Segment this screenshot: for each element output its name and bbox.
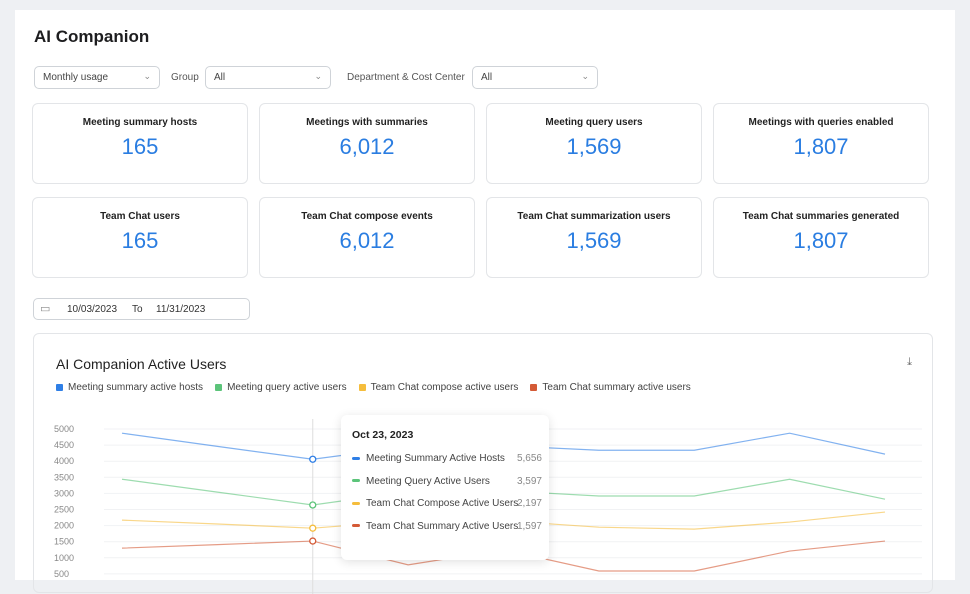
page-title: AI Companion <box>34 27 150 46</box>
hover-point[interactable] <box>309 524 317 532</box>
tooltip-value: 3,597 <box>516 475 542 487</box>
hover-point[interactable] <box>309 537 317 545</box>
dept-label: Department & Cost Center <box>347 72 465 83</box>
group-select[interactable]: All ⌄ <box>205 66 331 89</box>
metric-value: 165 <box>121 134 159 159</box>
hover-point[interactable] <box>309 455 317 463</box>
tooltip-row: Meeting Summary Active Hosts 5,656 <box>352 453 542 464</box>
chevron-down-icon: ⌄ <box>314 71 322 81</box>
series-dash <box>352 456 360 460</box>
chart-tooltip: Oct 23, 2023 Meeting Summary Active Host… <box>341 415 549 560</box>
metric-card: Team Chat summaries generated 1,807 <box>713 197 929 278</box>
metric-value: 1,569 <box>566 134 622 159</box>
main-panel: AI Companion Monthly usage ⌄ Group All ⌄ D… <box>15 10 955 594</box>
chevron-down-icon: ⌄ <box>581 71 589 81</box>
chevron-down-icon: ⌄ <box>143 71 151 81</box>
tooltip-row: Team Chat Compose Active Users 2,197 <box>352 498 542 509</box>
metric-label: Meetings with summaries <box>306 117 428 128</box>
metric-value: 1,807 <box>793 134 849 159</box>
metric-label: Team Chat compose events <box>301 211 433 222</box>
group-label: Group <box>171 72 199 83</box>
series-dash <box>352 501 360 505</box>
y-tick-label: 4500 <box>54 440 74 450</box>
hover-point[interactable] <box>309 501 317 509</box>
date-to-label: To <box>132 304 143 315</box>
tooltip-row: Team Chat Summary Active Users 1,597 <box>352 521 542 532</box>
metric-card: Meeting query users 1,569 <box>486 103 702 184</box>
y-tick-label: 3500 <box>54 472 74 482</box>
metric-label: Team Chat summaries generated <box>742 211 900 222</box>
y-tick-label: 1500 <box>54 537 74 547</box>
metric-card: Meetings with queries enabled 1,807 <box>713 103 929 184</box>
y-tick-label: 2500 <box>54 505 74 515</box>
y-tick-label: 1000 <box>54 553 74 563</box>
metric-card: Team Chat compose events 6,012 <box>259 197 475 278</box>
calendar-icon: ▭ <box>40 303 51 315</box>
period-select[interactable]: Monthly usage ⌄ <box>34 66 160 89</box>
y-tick-label: 3000 <box>54 488 74 498</box>
metric-value: 1,807 <box>793 228 849 253</box>
metric-label: Meetings with queries enabled <box>748 117 894 128</box>
metric-label: Meeting summary hosts <box>82 117 198 128</box>
metric-card: Meetings with summaries 6,012 <box>259 103 475 184</box>
metric-label: Meeting query users <box>545 117 643 128</box>
dept-value: All <box>481 72 493 83</box>
tooltip-value: 1,597 <box>516 520 542 532</box>
tooltip-row: Meeting Query Active Users 3,597 <box>352 476 542 487</box>
metric-card: Meeting summary hosts 165 <box>32 103 248 184</box>
metric-label: Team Chat users <box>100 211 180 222</box>
series-dash <box>352 524 360 528</box>
metric-card: Team Chat summarization users 1,569 <box>486 197 702 278</box>
y-tick-label: 2000 <box>54 521 74 531</box>
tooltip-label: Meeting Query Active Users <box>366 475 490 487</box>
active-users-chart: AI Companion Active Users ⤓ Meeting summ… <box>33 333 933 594</box>
metric-value: 6,012 <box>339 134 395 159</box>
y-tick-label: 4000 <box>54 456 74 466</box>
date-from[interactable]: 10/03/2023 <box>67 304 117 315</box>
metric-card: Team Chat users 165 <box>32 197 248 278</box>
tooltip-date: Oct 23, 2023 <box>352 429 414 441</box>
group-value: All <box>214 72 226 83</box>
period-value: Monthly usage <box>43 72 109 83</box>
tooltip-label: Meeting Summary Active Hosts <box>366 453 505 464</box>
metric-value: 165 <box>121 228 159 253</box>
tooltip-label: Team Chat Compose Active Users <box>366 498 519 509</box>
y-tick-label: 500 <box>54 569 69 579</box>
metric-label: Team Chat summarization users <box>517 211 671 222</box>
dept-select[interactable]: All ⌄ <box>472 66 598 89</box>
tooltip-value: 2,197 <box>516 498 542 509</box>
tooltip-value: 5,656 <box>516 453 542 464</box>
tooltip-label: Team Chat Summary Active Users <box>366 520 519 532</box>
metric-value: 1,569 <box>566 228 622 253</box>
y-tick-label: 5000 <box>54 424 74 434</box>
metric-value: 6,012 <box>339 228 395 253</box>
date-to[interactable]: 11/31/2023 <box>156 304 205 315</box>
series-dash <box>352 479 360 483</box>
date-range-picker[interactable]: ▭ 10/03/2023 To 11/31/2023 <box>33 298 250 320</box>
